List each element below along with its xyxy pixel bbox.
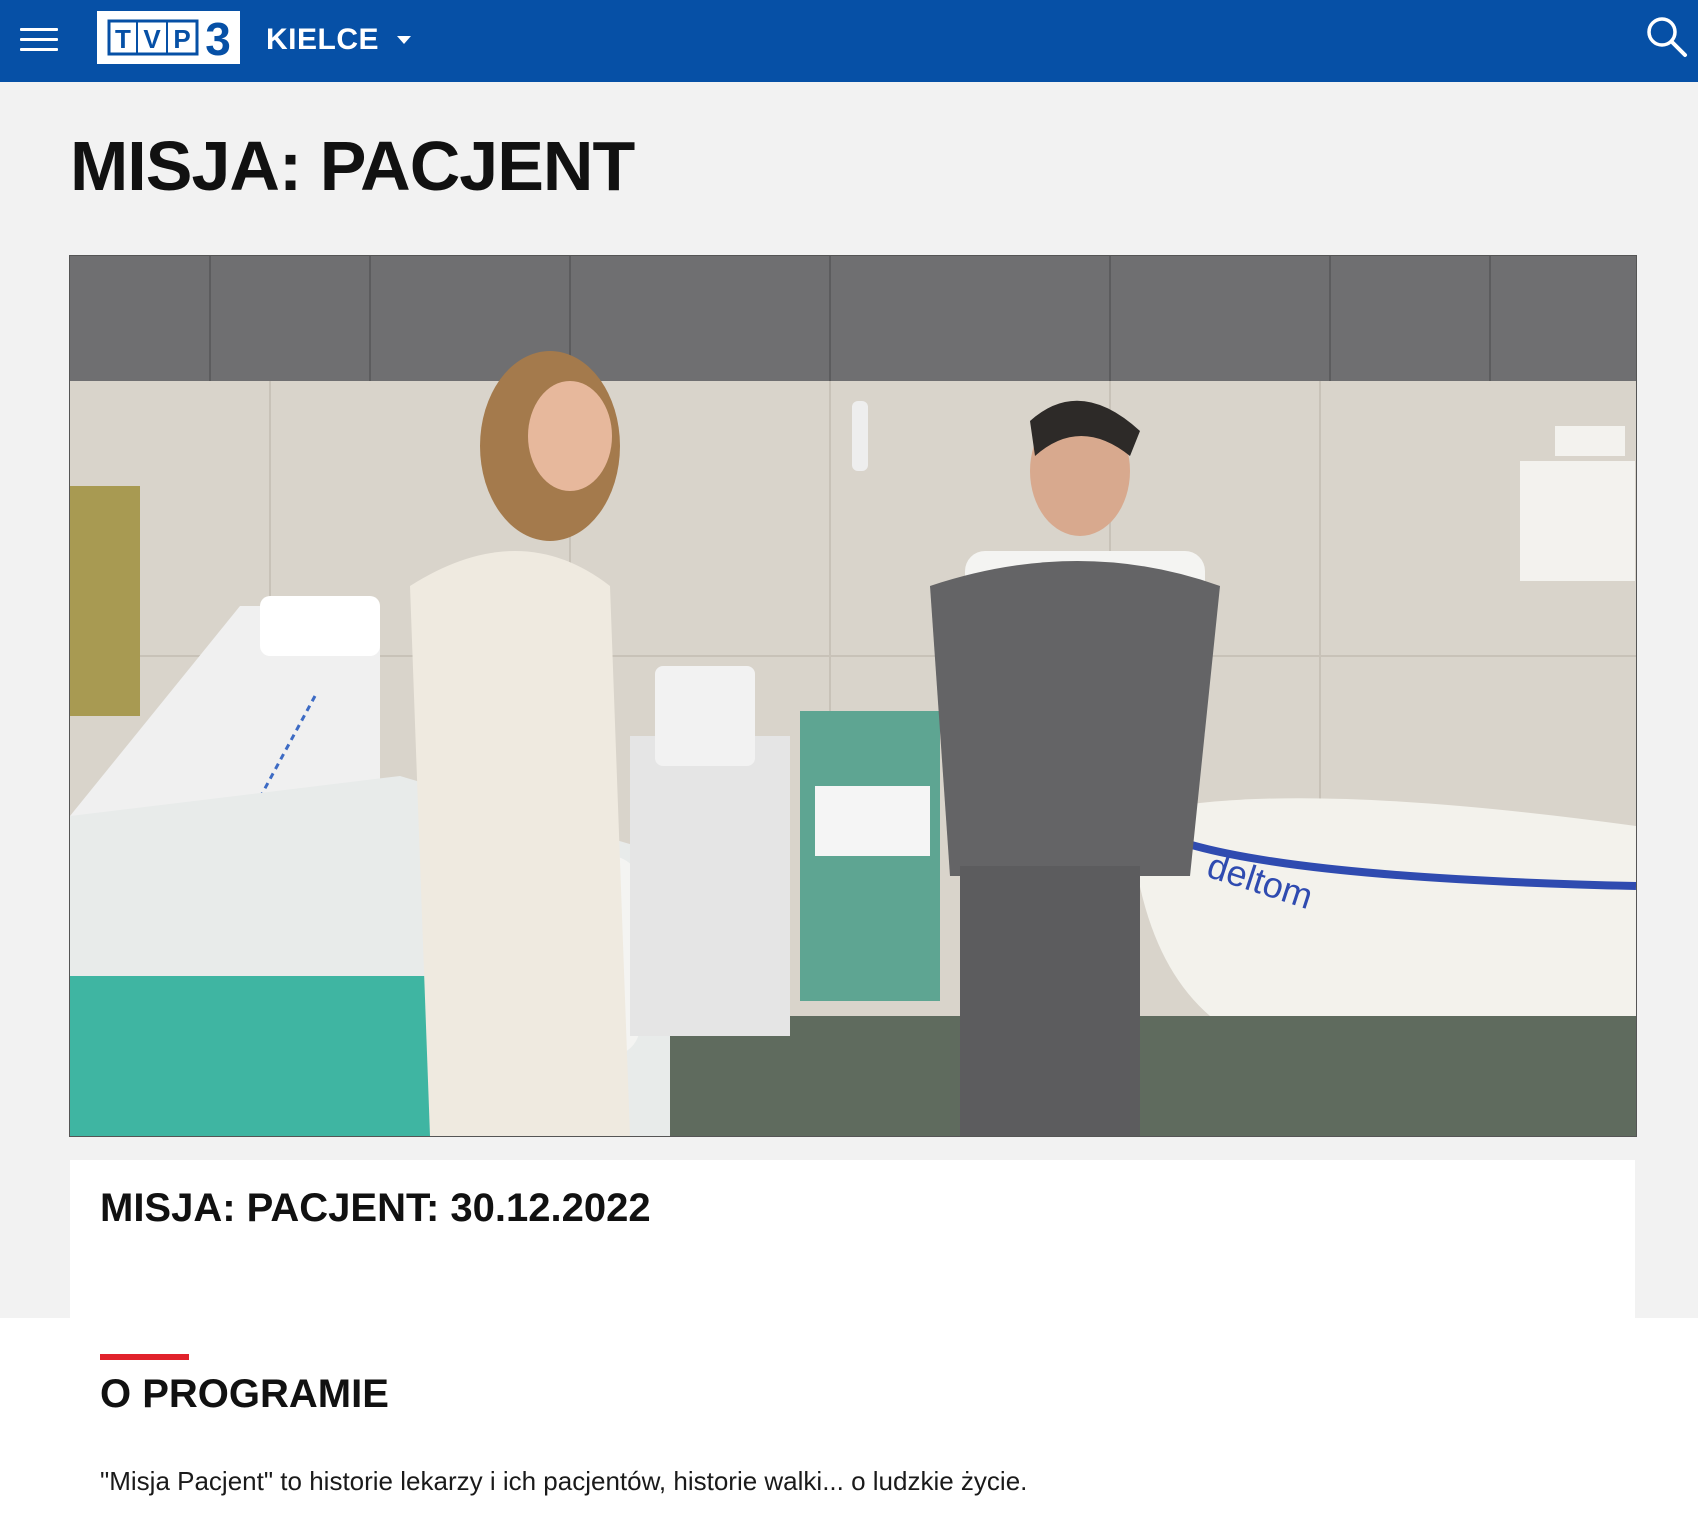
svg-text:V: V [143,24,161,54]
episode-title[interactable]: MISJA: PACJENT: 30.12.2022 [100,1186,651,1231]
top-navigation-bar: T V P 3 KIELCE [0,0,1698,82]
page-title: MISJA: PACJENT [70,127,635,205]
search-icon[interactable] [1644,14,1688,58]
about-description: "Misja Pacjent" to historie lekarzy i ic… [100,1466,1028,1496]
section-accent-bar [100,1354,189,1360]
about-program-section: O PROGRAMIE "Misja Pacjent" to historie … [0,1318,1698,1519]
tvp3-logo[interactable]: T V P 3 [97,11,240,64]
region-label: KIELCE [266,23,380,56]
episode-card: MISJA: PACJENT: 30.12.2022 [70,1160,1635,1320]
svg-text:P: P [173,24,190,54]
region-selector[interactable]: KIELCE [266,18,412,62]
svg-text:T: T [115,24,131,54]
video-player-thumbnail[interactable]: deltom [69,255,1637,1137]
svg-text:3: 3 [205,13,231,64]
hamburger-menu-icon[interactable] [20,28,58,52]
caret-down-icon [397,36,412,44]
about-heading: O PROGRAMIE [100,1372,389,1416]
